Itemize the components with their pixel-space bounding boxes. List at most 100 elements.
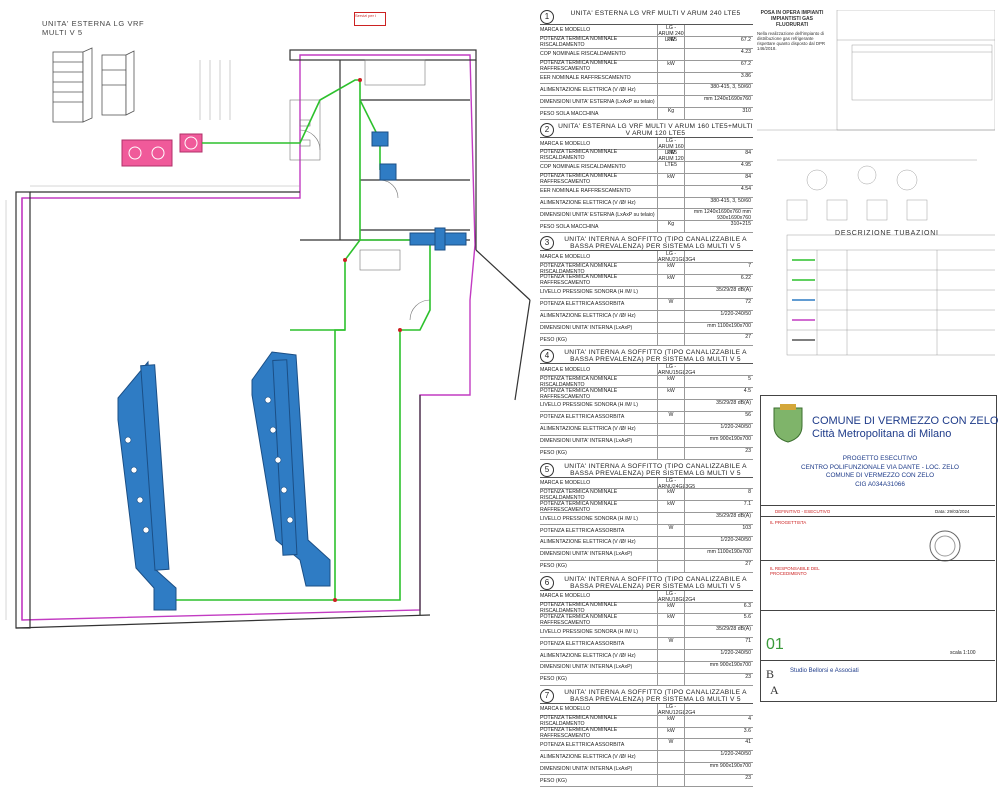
equipment-cell-u: LG - ARUM 160 LTE5 ARUM 120 LTE5 (657, 138, 684, 169)
outdoor-units-on-plan (121, 133, 203, 167)
equipment-cell-l: DIMENSIONI UNITA' ESTERNA (LxAxP su tela… (540, 98, 655, 105)
equipment-cell-u: kW (657, 150, 684, 161)
equipment-cell-u: kW (657, 489, 684, 501)
equipment-row: MARCA E MODELLO LG - ARNU18GL2G4 (540, 590, 753, 603)
equipment-cell-l: MARCA E MODELLO (540, 140, 591, 147)
walls (15, 49, 531, 629)
equipment-cell-l: POTENZA TERMICA NOMINALE RAFFRESCAMENTO (540, 60, 618, 73)
rup-label: IL RESPONSABILE DEL PROCEDIMENTO (770, 566, 820, 576)
metro-name: Città Metropolitana di Milano (812, 428, 952, 440)
equipment-cell-u (657, 84, 684, 96)
equipment-cell-l: POTENZA TERMICA NOMINALE RISCALDAMENTO (540, 488, 618, 501)
equipment-cell-u: LG - ARNU21GL3G4 (657, 251, 696, 264)
equipment-cell-v: 27 (684, 560, 753, 572)
equipment-cell-u (657, 775, 684, 786)
equipment-cell-u: kW (657, 173, 684, 185)
equipment-block: 4 UNITA' INTERNA A SOFFITTO (TIPO CANALIZ… (540, 349, 753, 460)
equipment-cell-u: kW (657, 263, 684, 275)
equipment-row: EER NOMINALE RAFFRESCAMENTO 3.86 (540, 72, 753, 85)
outdoor-unit-title-1: UNITA' ESTERNA LG VRF (42, 19, 145, 28)
equipment-cell-u: kW (657, 60, 684, 72)
equipment-block: 7 UNITA' INTERNA A SOFFITTO (TIPO CANALIZ… (540, 688, 753, 787)
equipment-cell-u: W (657, 638, 684, 650)
equipment-cell-l: PESO (KG) (540, 777, 567, 784)
studio-logo-icon: B A (766, 667, 779, 697)
equipment-cell-l: POTENZA TERMICA NOMINALE RISCALDAMENTO (540, 601, 618, 614)
equipment-row: DIMENSIONI UNITA' INTERNA (LxAxP) mm 900x… (540, 661, 753, 674)
equipment-cell-l: COP NOMINALE RISCALDAMENTO (540, 164, 626, 171)
equipment-cell-l: MARCA E MODELLO (540, 706, 591, 713)
equipment-row: DIMENSIONI UNITA' INTERNA (LxAxP) mm 1100… (540, 548, 753, 561)
equipment-cell-l: MARCA E MODELLO (540, 479, 591, 486)
project-info: PROGETTO ESECUTIVO CENTRO POLIFUNZIONALE… (775, 455, 985, 490)
equipment-row: ALIMENTAZIONE ELETTRICA (V /Ø/ Hz) 1/220-… (540, 751, 753, 764)
equipment-row: POTENZA ELETTRICA ASSORBITA W 72 (540, 298, 753, 311)
equipment-cell-u: W (657, 411, 684, 423)
equipment-number: 4 (540, 349, 554, 364)
equipment-cell-v: 23 (684, 775, 753, 786)
equipment-cell-v (684, 364, 753, 376)
equipment-cell-u (657, 185, 684, 197)
duct-left (117, 360, 177, 611)
equipment-row: POTENZA TERMICA NOMINALE RAFFRESCAMENTO k… (540, 500, 753, 514)
svg-text:B: B (766, 667, 774, 681)
equipment-cell-v (684, 590, 753, 602)
equipment-cell-v: 4.95 (684, 161, 753, 173)
equipment-row: POTENZA TERMICA NOMINALE RAFFRESCAMENTO k… (540, 173, 753, 186)
equipment-row: MARCA E MODELLO LG - ARNU24GL3G5 (540, 477, 753, 490)
equipment-cell-l: PESO SOLA MACCHINA (540, 223, 599, 230)
equipment-number: 5 (540, 462, 554, 477)
equipment-row: POTENZA ELETTRICA ASSORBITA W 41 (540, 739, 753, 752)
duct-right (251, 351, 331, 587)
equipment-row: MARCA E MODELLO LG - ARNU21GL3G4 (540, 251, 753, 263)
project-line-3: COMUNE DI VERMEZZO CON ZELO (825, 472, 935, 480)
equipment-cell-v: 4.23 (684, 48, 753, 60)
equipment-cell-u (657, 560, 684, 572)
equipment-row: LIVELLO PRESSIONE SONORA (H /M/ L) 35/29/… (540, 400, 753, 412)
equipment-cell-l: ALIMENTAZIONE ELETTRICA (V /Ø/ Hz) (540, 539, 636, 546)
equipment-cell-u (657, 334, 684, 346)
equipment-row: PESO (KG) 23 (540, 673, 753, 686)
equipment-row: POTENZA TERMICA NOMINALE RAFFRESCAMENTO k… (540, 726, 753, 740)
equipment-row: EER NOMINALE RAFFRESCAMENTO 4.54 (540, 185, 753, 198)
equipment-row: LIVELLO PRESSIONE SONORA (H /M/ L) 35/29/… (540, 513, 753, 526)
equipment-cell-l: POTENZA TERMICA NOMINALE RAFFRESCAMENTO (540, 726, 618, 739)
equipment-row: POTENZA TERMICA NOMINALE RISCALDAMENTO kW… (540, 149, 753, 162)
equipment-cell-u: W (657, 298, 684, 310)
equipment-cell-l: ALIMENTAZIONE ELETTRICA (V /Ø/ Hz) (540, 753, 636, 760)
equipment-number: 2 (540, 123, 554, 138)
equipment-cell-v: 5 (684, 376, 753, 388)
equipment-cell-l: POTENZA TERMICA NOMINALE RAFFRESCAMENTO (540, 500, 618, 513)
equipment-cell-u (657, 72, 684, 84)
equipment-title: UNITA' ESTERNA LG VRF MULTI V ARUM 160 L… (558, 123, 753, 138)
equipment-cell-v: 67.2 (684, 60, 753, 72)
equipment-cell-v: 56 (684, 411, 753, 423)
equipment-cell-v: 8 (684, 489, 753, 501)
equipment-cell-u (657, 209, 684, 221)
equipment-cell-u: Kg (657, 221, 684, 233)
equipment-row: MARCA E MODELLO LG - ARUM 160 LTE5 ARUM 1… (540, 138, 753, 169)
equipment-cell-u (657, 661, 684, 673)
equipment-cell-v: 310+215 (684, 221, 753, 233)
equipment-row: ALIMENTAZIONE ELETTRICA (V /Ø/ Hz) 1/220-… (540, 423, 753, 436)
equipment-cell-l: ALIMENTAZIONE ELETTRICA (V /Ø/ Hz) (540, 200, 636, 207)
equipment-row: POTENZA ELETTRICA ASSORBITA W 56 (540, 411, 753, 424)
equipment-cell-u (657, 400, 684, 411)
equipment-cell-u: kW (657, 715, 684, 727)
equipment-cell-u (657, 197, 684, 209)
equipment-cell-l: LIVELLO PRESSIONE SONORA (H /M/ L) (540, 402, 639, 409)
equipment-cell-u (657, 513, 684, 525)
equipment-row: PESO (KG) 27 (540, 334, 753, 347)
equipment-row: DIMENSIONI UNITA' INTERNA (LxAxP) mm 1100… (540, 322, 753, 335)
equipment-cell-v: 310 (684, 108, 753, 120)
equipment-number: 1 (540, 10, 554, 24)
equipment-row: POTENZA TERMICA NOMINALE RISCALDAMENTO kW… (540, 376, 753, 389)
equipment-row: PESO (KG) 23 (540, 447, 753, 460)
equipment-cell-l: POTENZA ELETTRICA ASSORBITA (540, 640, 625, 647)
equipment-row: PESO SOLA MACCHINA Kg 310 (540, 108, 753, 121)
equipment-cell-l: MARCA E MODELLO (540, 366, 591, 373)
equipment-cell-v: 1/220-240/50 (684, 650, 753, 661)
equipment-block: 2 UNITA' ESTERNA LG VRF MULTI V ARUM 160 … (540, 123, 753, 234)
equipment-cell-l: ALIMENTAZIONE ELETTRICA (V /Ø/ Hz) (540, 652, 636, 659)
equipment-cell-l: POTENZA TERMICA NOMINALE RISCALDAMENTO (540, 36, 618, 49)
